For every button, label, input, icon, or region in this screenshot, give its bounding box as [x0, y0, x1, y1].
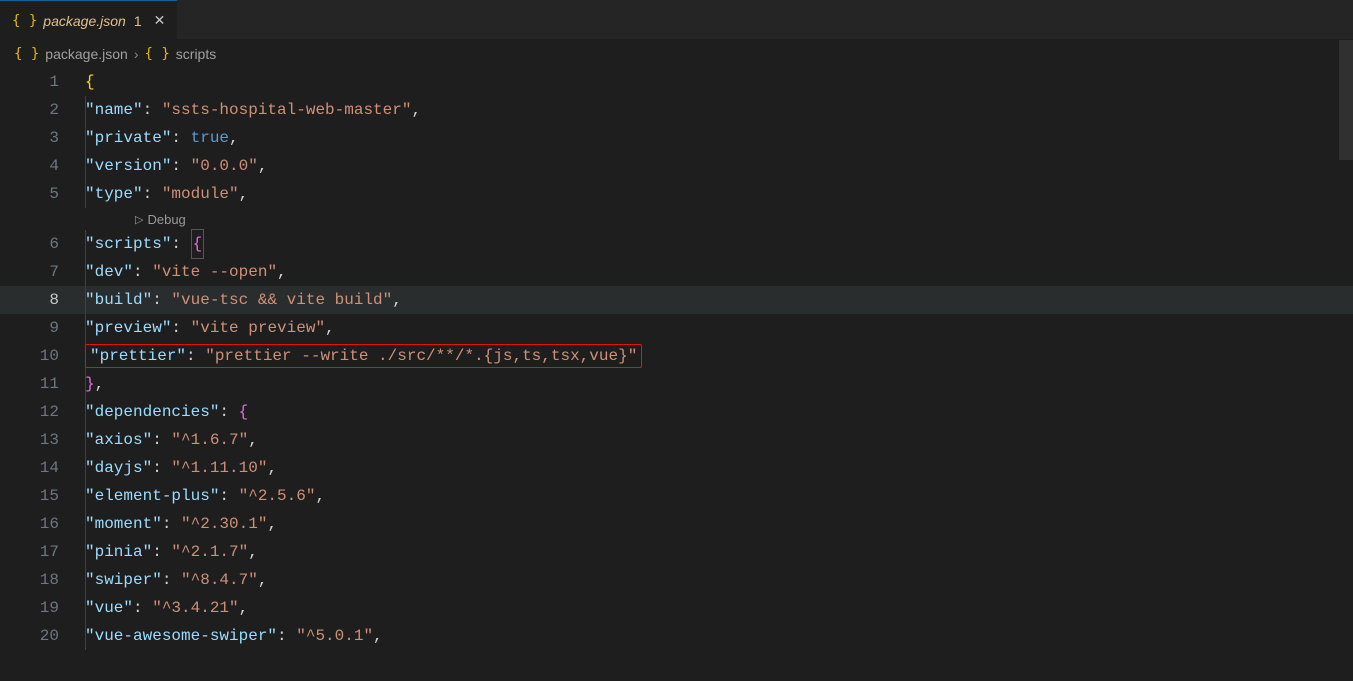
json-file-icon: { } — [14, 46, 39, 62]
line-number: 16 — [0, 510, 85, 538]
code-line[interactable]: 17 "pinia": "^2.1.7", — [0, 538, 1353, 566]
codelens-debug[interactable]: ▷ Debug — [0, 208, 1353, 230]
line-number: 20 — [0, 622, 85, 650]
code-line[interactable]: 7 "dev": "vite --open", — [0, 258, 1353, 286]
code-line[interactable]: 1 { — [0, 68, 1353, 96]
tab-package-json[interactable]: { } package.json 1 ✕ — [0, 0, 177, 40]
code-line[interactable]: 10 "prettier": "prettier --write ./src/*… — [0, 342, 1353, 370]
code-line[interactable]: 20 "vue-awesome-swiper": "^5.0.1", — [0, 622, 1353, 650]
highlight-box: "prettier": "prettier --write ./src/**/*… — [85, 344, 642, 368]
breadcrumb-path: scripts — [176, 46, 216, 62]
code-line[interactable]: 18 "swiper": "^8.4.7", — [0, 566, 1353, 594]
line-number: 8 — [0, 286, 85, 314]
code-line[interactable]: 2 "name": "ssts-hospital-web-master", — [0, 96, 1353, 124]
close-icon[interactable]: ✕ — [154, 12, 166, 29]
line-number: 5 — [0, 180, 85, 208]
line-number: 17 — [0, 538, 85, 566]
line-number: 11 — [0, 370, 85, 398]
json-file-icon: { } — [12, 13, 37, 29]
code-line[interactable]: 4 "version": "0.0.0", — [0, 152, 1353, 180]
line-number: 18 — [0, 566, 85, 594]
line-number: 12 — [0, 398, 85, 426]
line-number: 6 — [0, 230, 85, 258]
code-line[interactable]: 13 "axios": "^1.6.7", — [0, 426, 1353, 454]
code-line[interactable]: 8 "build": "vue-tsc && vite build", — [0, 286, 1353, 314]
braces-icon: { } — [144, 46, 169, 62]
codelens-label: Debug — [147, 212, 185, 227]
breadcrumb[interactable]: { } package.json › { } scripts — [0, 40, 1353, 68]
code-line[interactable]: 5 "type": "module", — [0, 180, 1353, 208]
code-line[interactable]: 16 "moment": "^2.30.1", — [0, 510, 1353, 538]
code-line[interactable]: 3 "private": true, — [0, 124, 1353, 152]
line-number: 9 — [0, 314, 85, 342]
vertical-scrollbar[interactable] — [1339, 40, 1353, 160]
tab-title: package.json — [43, 13, 126, 29]
code-line[interactable]: 19 "vue": "^3.4.21", — [0, 594, 1353, 622]
code-line[interactable]: 11 }, — [0, 370, 1353, 398]
code-line[interactable]: 9 "preview": "vite preview", — [0, 314, 1353, 342]
tab-bar: { } package.json 1 ✕ — [0, 0, 1353, 40]
line-number: 7 — [0, 258, 85, 286]
tab-modified-badge: 1 — [134, 13, 142, 29]
line-number: 15 — [0, 482, 85, 510]
line-number: 14 — [0, 454, 85, 482]
line-number: 2 — [0, 96, 85, 124]
line-number: 19 — [0, 594, 85, 622]
code-line[interactable]: 6 "scripts": { — [0, 230, 1353, 258]
code-line[interactable]: 15 "element-plus": "^2.5.6", — [0, 482, 1353, 510]
play-icon: ▷ — [135, 213, 143, 226]
code-line[interactable]: 14 "dayjs": "^1.11.10", — [0, 454, 1353, 482]
line-number: 3 — [0, 124, 85, 152]
line-number: 4 — [0, 152, 85, 180]
chevron-right-icon: › — [134, 46, 139, 62]
line-number: 1 — [0, 68, 85, 96]
code-editor[interactable]: 1 { 2 "name": "ssts-hospital-web-master"… — [0, 68, 1353, 650]
breadcrumb-file: package.json — [45, 46, 128, 62]
code-line[interactable]: 12 "dependencies": { — [0, 398, 1353, 426]
line-number: 13 — [0, 426, 85, 454]
line-number: 10 — [0, 342, 85, 370]
